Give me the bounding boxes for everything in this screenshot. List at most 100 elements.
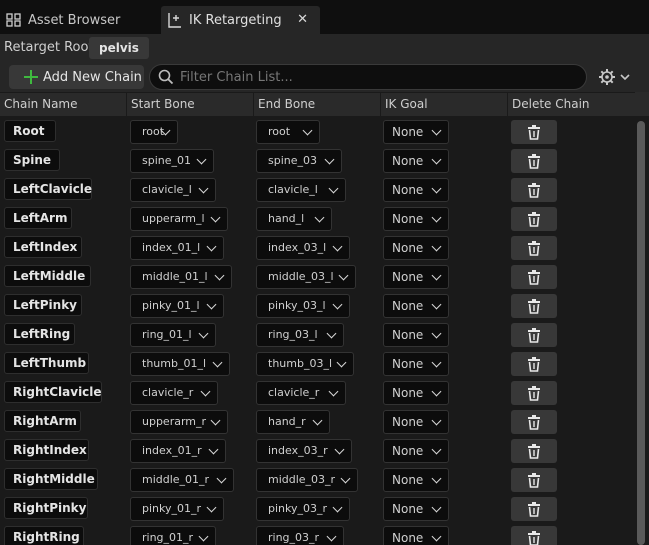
add-new-chain-button[interactable]: Add New Chain — [9, 65, 144, 89]
settings-dropdown[interactable] — [598, 68, 632, 86]
end-bone-dropdown[interactable]: hand_r — [256, 410, 330, 434]
chain-name-field[interactable]: RightArm — [4, 410, 81, 432]
delete-chain-button[interactable] — [511, 207, 557, 231]
end-bone-dropdown[interactable]: pinky_03_r — [256, 497, 350, 521]
ik-goal-dropdown[interactable]: None — [383, 323, 449, 347]
chain-name-field[interactable]: RightClavicle — [4, 381, 102, 403]
retarget-root-value[interactable]: pelvis — [89, 37, 149, 59]
end-bone-dropdown[interactable]: pinky_03_l — [256, 294, 350, 318]
end-bone-dropdown[interactable]: middle_03_l — [256, 265, 356, 289]
ik-goal-dropdown[interactable]: None — [383, 294, 449, 318]
start-bone-dropdown[interactable]: middle_01_l — [130, 265, 232, 289]
ik-goal-dropdown[interactable]: None — [383, 178, 449, 202]
ik-goal-dropdown[interactable]: None — [383, 236, 449, 260]
delete-chain-button[interactable] — [511, 526, 557, 545]
ik-goal-dropdown[interactable]: None — [383, 265, 449, 289]
end-bone-dropdown[interactable]: ring_03_r — [256, 526, 344, 545]
column-header-delete-chain[interactable]: Delete Chain — [508, 93, 635, 117]
ik-goal-dropdown[interactable]: None — [383, 381, 449, 405]
start-bone-dropdown[interactable]: clavicle_r — [130, 381, 218, 405]
delete-chain-button[interactable] — [511, 236, 557, 260]
search-input[interactable] — [180, 69, 580, 85]
start-bone-dropdown[interactable]: upperarm_r — [130, 410, 228, 434]
start-bone-dropdown[interactable]: root — [130, 120, 178, 144]
start-bone-dropdown[interactable]: index_01_l — [130, 236, 224, 260]
end-bone-dropdown[interactable]: spine_03 — [256, 149, 342, 173]
start-bone-dropdown[interactable]: pinky_01_r — [130, 497, 224, 521]
delete-chain-button[interactable] — [511, 149, 557, 173]
delete-chain-button[interactable] — [511, 120, 557, 144]
ik-goal-dropdown[interactable]: None — [383, 207, 449, 231]
chain-name-field[interactable]: LeftIndex — [4, 236, 82, 258]
end-bone-dropdown[interactable]: root — [256, 120, 320, 144]
start-bone-dropdown[interactable]: pinky_01_l — [130, 294, 224, 318]
start-bone-dropdown[interactable]: thumb_01_l — [130, 352, 230, 376]
start-bone-value: index_01_l — [142, 241, 201, 254]
start-bone-dropdown[interactable]: clavicle_l — [130, 178, 216, 202]
column-header-start-bone[interactable]: Start Bone — [127, 93, 254, 117]
chain-name-field[interactable]: LeftMiddle — [4, 265, 91, 287]
delete-chain-button[interactable] — [511, 468, 557, 492]
end-bone-dropdown[interactable]: clavicle_r — [256, 381, 346, 405]
tab-ik-retargeting[interactable]: IK Retargeting ✕ — [161, 6, 320, 34]
chain-name-field[interactable]: RightRing — [4, 526, 84, 545]
start-bone-dropdown[interactable]: spine_01 — [130, 149, 214, 173]
start-bone-dropdown[interactable]: ring_01_l — [130, 323, 216, 347]
end-bone-dropdown[interactable]: index_03_l — [256, 236, 350, 260]
column-header-ik-goal[interactable]: IK Goal — [381, 93, 508, 117]
end-bone-value: clavicle_r — [268, 386, 320, 399]
chevron-down-icon — [328, 183, 339, 194]
ik-goal-dropdown[interactable]: None — [383, 468, 449, 492]
scrollbar-thumb[interactable] — [637, 121, 645, 545]
chain-name-field[interactable]: Root — [4, 120, 56, 142]
delete-chain-button[interactable] — [511, 323, 557, 347]
end-bone-value: hand_r — [268, 415, 306, 428]
chain-name-field[interactable]: Spine — [4, 149, 60, 171]
chevron-down-icon — [214, 270, 225, 281]
ik-goal-dropdown[interactable]: None — [383, 149, 449, 173]
end-bone-dropdown[interactable]: thumb_03_l — [256, 352, 354, 376]
delete-chain-button[interactable] — [511, 497, 557, 521]
end-bone-dropdown[interactable]: middle_03_r — [256, 468, 358, 492]
start-bone-dropdown[interactable]: middle_01_r — [130, 468, 234, 492]
search-icon — [158, 69, 174, 85]
ik-goal-dropdown[interactable]: None — [383, 352, 449, 376]
ik-goal-dropdown[interactable]: None — [383, 497, 449, 521]
ik-goal-dropdown[interactable]: None — [383, 410, 449, 434]
chain-name-field[interactable]: LeftRing — [4, 323, 75, 345]
chain-name-field[interactable]: LeftArm — [4, 207, 72, 229]
tab-label: IK Retargeting — [189, 12, 282, 28]
start-bone-dropdown[interactable]: upperarm_l — [130, 207, 228, 231]
end-bone-dropdown[interactable]: ring_03_l — [256, 323, 344, 347]
chain-name-field[interactable]: RightPinky — [4, 497, 88, 519]
start-bone-dropdown[interactable]: index_01_r — [130, 439, 226, 463]
chain-name-field[interactable]: LeftClavicle — [4, 178, 92, 200]
chain-name-field[interactable]: LeftPinky — [4, 294, 82, 316]
end-bone-dropdown[interactable]: clavicle_l — [256, 178, 346, 202]
tab-asset-browser[interactable]: Asset Browser — [0, 6, 158, 34]
ik-goal-dropdown[interactable]: None — [383, 120, 449, 144]
chevron-down-icon — [200, 386, 211, 397]
delete-chain-button[interactable] — [511, 439, 557, 463]
delete-chain-button[interactable] — [511, 178, 557, 202]
search-box[interactable] — [149, 64, 587, 90]
ik-goal-dropdown[interactable]: None — [383, 526, 449, 545]
start-bone-dropdown[interactable]: ring_01_r — [130, 526, 216, 545]
delete-chain-button[interactable] — [511, 381, 557, 405]
chain-name-field[interactable]: RightMiddle — [4, 468, 98, 490]
close-icon[interactable]: ✕ — [297, 12, 308, 27]
delete-chain-button[interactable] — [511, 294, 557, 318]
table-row: RightRing ring_01_r ring_03_r None — [0, 522, 635, 545]
chain-name-field[interactable]: LeftThumb — [4, 352, 89, 374]
ik-goal-dropdown[interactable]: None — [383, 439, 449, 463]
delete-chain-button[interactable] — [511, 410, 557, 434]
column-header-chain-name[interactable]: Chain Name — [0, 93, 127, 117]
end-bone-dropdown[interactable]: index_03_r — [256, 439, 352, 463]
column-header-end-bone[interactable]: End Bone — [254, 93, 381, 117]
table-row: Root root root None — [0, 116, 635, 145]
delete-chain-button[interactable] — [511, 265, 557, 289]
chain-name-field[interactable]: RightIndex — [4, 439, 89, 461]
chevron-down-icon — [620, 74, 630, 81]
end-bone-dropdown[interactable]: hand_l — [256, 207, 332, 231]
delete-chain-button[interactable] — [511, 352, 557, 376]
